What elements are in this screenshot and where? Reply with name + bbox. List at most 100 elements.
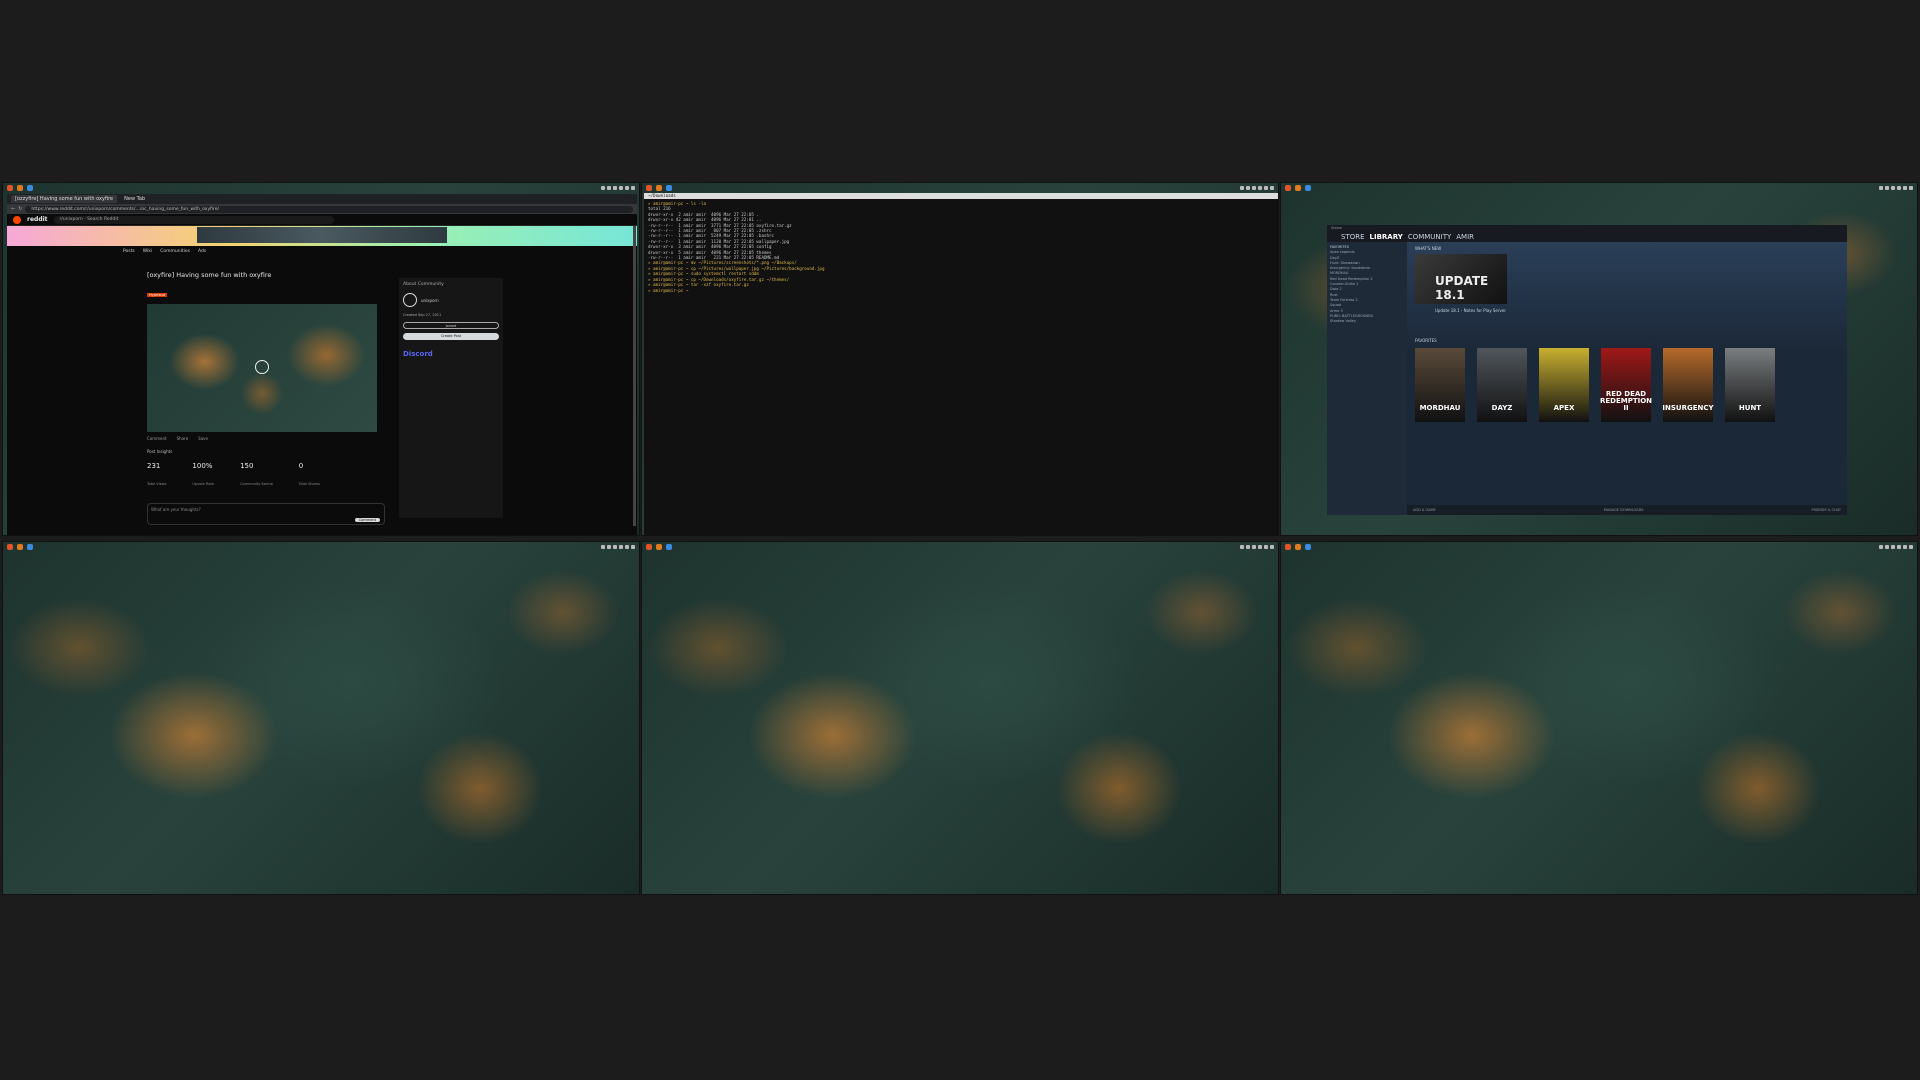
check-icon[interactable] (1305, 544, 1311, 550)
steam-window[interactable]: Steam STORE LIBRARY COMMUNITY AMIR FAVOR… (1327, 225, 1847, 515)
submit-comment-button[interactable]: Comment (354, 518, 380, 522)
check-icon[interactable] (666, 544, 672, 550)
back-icon[interactable]: ← (11, 206, 15, 212)
banner-image (197, 227, 447, 243)
reddit-brand[interactable]: reddit (27, 216, 48, 223)
system-tray[interactable] (601, 186, 635, 190)
arch-icon[interactable] (7, 185, 13, 191)
system-tray[interactable] (1240, 545, 1274, 549)
check-icon[interactable] (27, 185, 33, 191)
update-card[interactable]: UPDATE 18.1 Update 18.1 - Notes for Play … (1415, 254, 1507, 313)
system-tray[interactable] (1240, 186, 1274, 190)
arch-icon[interactable] (646, 544, 652, 550)
community-icon (403, 293, 417, 307)
game-cover[interactable]: DAYZ (1477, 348, 1527, 422)
stat-upvote-rate: 100% Upvote Rate (192, 462, 215, 486)
save-button[interactable]: Save (198, 436, 208, 441)
browser-tabs: [ozzyfire] Having some fun with oxyfire … (7, 194, 637, 204)
arch-icon[interactable] (1285, 544, 1291, 550)
insights-label: Post Insights (147, 449, 173, 454)
nav-ads[interactable]: Ads (198, 249, 206, 254)
friends-button[interactable]: FRIENDS & CHAT (1811, 508, 1841, 512)
terminal-window[interactable]: ~/Downloads » amir@amir-pc ~ ls -la total … (644, 193, 1278, 535)
workspace-6[interactable] (1280, 541, 1918, 895)
system-tray[interactable] (1879, 186, 1913, 190)
address-input[interactable]: https://www.reddit.com/r/unixporn/commen… (25, 205, 633, 213)
create-post-button[interactable]: Create Post (403, 333, 499, 340)
firefox-icon[interactable] (656, 544, 662, 550)
browser-window[interactable]: [ozzyfire] Having some fun with oxyfire … (7, 194, 637, 535)
discord-link[interactable]: Discord (403, 350, 499, 358)
check-icon[interactable] (27, 544, 33, 550)
add-game-button[interactable]: ADD A GAME (1413, 508, 1436, 512)
search-input[interactable]: r/unixporn · Search Reddit (53, 215, 334, 224)
firefox-icon[interactable] (17, 544, 23, 550)
post-flair[interactable]: Hyprland (147, 293, 167, 297)
stat-views: 231 Total Views (147, 462, 167, 486)
workspace-grid: [ozzyfire] Having some fun with oxyfire … (0, 182, 1920, 898)
menu-store[interactable]: STORE (1341, 233, 1365, 241)
check-icon[interactable] (1305, 185, 1311, 191)
steam-body: FAVORITES Apex Legends DayZ Hunt: Showdown… (1327, 242, 1847, 515)
downloads-button[interactable]: MANAGE DOWNLOADS (1604, 508, 1644, 512)
post-title[interactable]: [oxyfire] Having some fun with oxyfire (147, 271, 385, 279)
game-list-items: Apex Legends DayZ Hunt: Showdown Insurgency… (1330, 250, 1404, 324)
firefox-icon[interactable] (1295, 544, 1301, 550)
post-stats: 231 Total Views 100% Upvote Rate 150 Commun… (147, 462, 385, 489)
menu-community[interactable]: COMMUNITY (1408, 233, 1451, 241)
reddit-logo-icon[interactable] (13, 215, 21, 224)
scrollbar[interactable] (633, 226, 636, 526)
subreddit-banner (7, 226, 637, 246)
comment-button[interactable]: Comment (147, 436, 167, 441)
game-covers: MORDHAU DAYZ APEX RED DEAD REDEMPTION II INS… (1415, 348, 1775, 422)
arch-icon[interactable] (7, 544, 13, 550)
game-cover[interactable]: HUNT (1725, 348, 1775, 422)
top-panel (3, 542, 639, 552)
nav-wiki[interactable]: Wiki (143, 249, 152, 254)
game-list-item[interactable]: Stardew Valley (1330, 319, 1404, 324)
arch-icon[interactable] (646, 185, 652, 191)
tab-reddit[interactable]: [ozzyfire] Having some fun with oxyfire (11, 195, 118, 203)
comment-input[interactable]: What are your thoughts? Comment (147, 503, 385, 525)
firefox-icon[interactable] (656, 185, 662, 191)
share-button[interactable]: Share (177, 436, 189, 441)
top-panel (1281, 542, 1917, 552)
stat-karma: 150 Community Karma (240, 462, 273, 486)
workspace-2[interactable]: ~/Downloads » amir@amir-pc ~ ls -la total … (641, 182, 1279, 536)
workspace-1[interactable]: [ozzyfire] Having some fun with oxyfire … (2, 182, 640, 536)
community-info: unixporn (403, 293, 499, 307)
play-icon[interactable] (255, 360, 269, 374)
top-panel (642, 183, 1278, 193)
joined-button[interactable]: Joined (403, 322, 499, 329)
system-tray[interactable] (1879, 545, 1913, 549)
check-icon[interactable] (666, 185, 672, 191)
reload-icon[interactable]: ↻ (18, 206, 22, 212)
workspace-4[interactable] (2, 541, 640, 895)
community-sidebar: About Community unixporn Created Sep 27,… (399, 278, 503, 518)
game-cover[interactable]: APEX (1539, 348, 1589, 422)
nav-communities[interactable]: Communities (160, 249, 190, 254)
arch-icon[interactable] (1285, 185, 1291, 191)
game-cover[interactable]: MORDHAU (1415, 348, 1465, 422)
workspace-3[interactable]: Steam STORE LIBRARY COMMUNITY AMIR FAVOR… (1280, 182, 1918, 536)
post-video[interactable] (147, 304, 377, 432)
firefox-icon[interactable] (1295, 185, 1301, 191)
game-cover[interactable]: RED DEAD REDEMPTION II (1600, 348, 1652, 422)
system-tray[interactable] (601, 545, 635, 549)
community-name[interactable]: unixporn (421, 298, 439, 303)
post: [oxyfire] Having some fun with oxyfire H… (147, 268, 385, 530)
library-home: WHAT'S NEW UPDATE 18.1 Update 18.1 - Note… (1407, 242, 1847, 515)
workspace-5[interactable] (641, 541, 1279, 895)
post-actions: Comment Share Save (147, 436, 385, 441)
firefox-icon[interactable] (17, 185, 23, 191)
steam-title: Steam (1327, 225, 1847, 232)
game-list: FAVORITES Apex Legends DayZ Hunt: Showdown… (1327, 242, 1407, 515)
stat-shares: 0 Total Shares (298, 462, 320, 486)
favorites-label: FAVORITES (1415, 338, 1437, 343)
terminal-output: » amir@amir-pc ~ ls -la total 216 drwxr-xr… (648, 201, 1274, 293)
game-cover[interactable]: INSURGENCY (1662, 348, 1714, 422)
tab-new[interactable]: New Tab (120, 195, 149, 203)
menu-profile[interactable]: AMIR (1456, 233, 1474, 241)
menu-library[interactable]: LIBRARY (1370, 233, 1403, 241)
nav-posts[interactable]: Posts (123, 249, 135, 254)
